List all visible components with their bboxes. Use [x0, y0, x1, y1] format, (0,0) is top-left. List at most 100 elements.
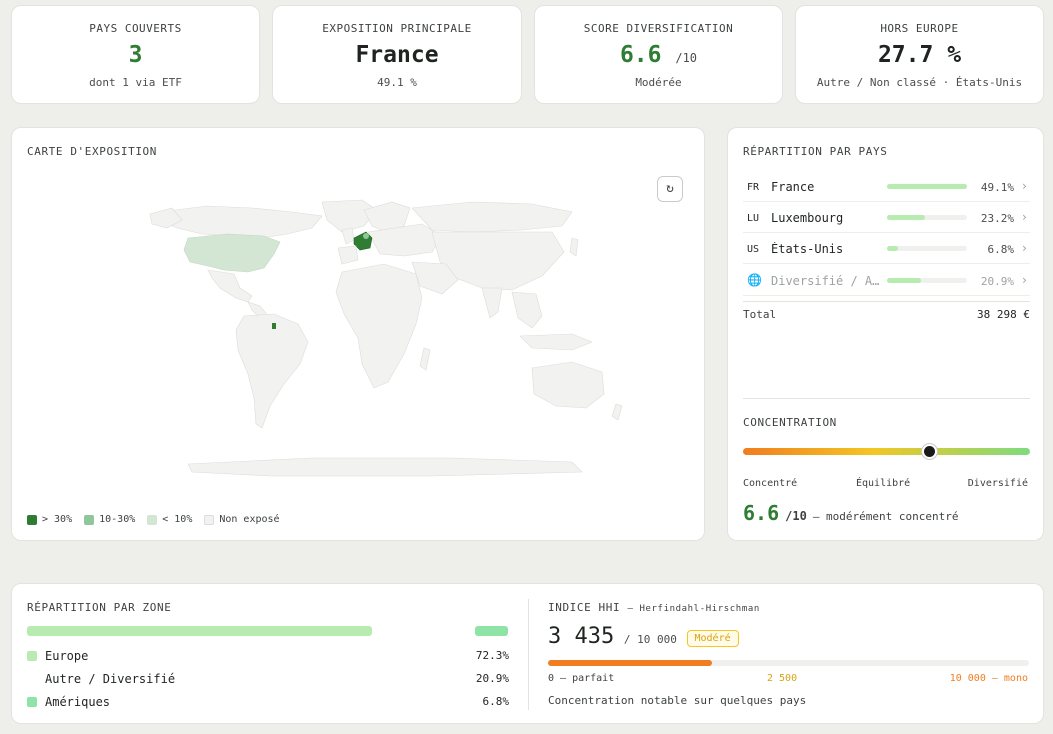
hhi-max: / 10 000 [623, 633, 677, 646]
map-country-russia [411, 201, 573, 233]
zone-bar-europe [27, 626, 372, 636]
legend-swatch [84, 514, 95, 525]
hhi-status-badge: Modéré [686, 630, 739, 647]
gauge-label-balanced: Équilibré [856, 478, 911, 489]
map-country-canada [159, 205, 323, 239]
zones-hhi-card: RÉPARTITION PAR ZONE Europe 72.3% Autre … [11, 583, 1044, 724]
legend-label: < 10% [162, 514, 193, 525]
map-territory-guiana [272, 323, 276, 329]
country-bar [887, 278, 967, 283]
map-country-new-zealand [611, 403, 623, 421]
zone-pct: 6.8% [482, 695, 510, 708]
world-map[interactable] [12, 128, 706, 542]
map-legend: > 30% 10-30% < 10% Non exposé [27, 514, 280, 525]
kpi-card-main-exposure: EXPOSITION PRINCIPALE France 49.1 % [272, 5, 522, 104]
zone-pct: 20.9% [475, 672, 509, 685]
map-country-mexico [207, 269, 253, 303]
hhi-title: INDICE HHI — Herfindahl-Hirschman [548, 601, 760, 614]
map-country-usa [183, 233, 281, 273]
map-country-uk [341, 227, 355, 245]
country-bar [887, 246, 967, 251]
zone-name: Europe [45, 649, 89, 663]
country-code: FR [747, 182, 760, 193]
legend-label: > 30% [42, 514, 73, 525]
total-divider [743, 301, 1030, 302]
legend-item: Non exposé [204, 514, 280, 525]
map-country-iberia [337, 245, 359, 265]
kpi-value: 27.7 % [877, 42, 962, 68]
hhi-subtitle: — Herfindahl-Hirschman [627, 604, 760, 614]
hhi-title-main: INDICE HHI [548, 601, 621, 614]
globe-icon: 🌐 [747, 273, 762, 287]
country-pct: 23.2% [980, 212, 1014, 225]
legend-swatch [27, 514, 37, 525]
country-pct: 6.8% [987, 243, 1015, 256]
concentration-title: CONCENTRATION [743, 416, 837, 429]
hhi-scale-mid: 2 500 [767, 673, 798, 684]
country-name: Diversifié / A… [771, 274, 880, 288]
concentration-score: 6.6 /10 — modérément concentré [743, 501, 959, 525]
country-row-diversified[interactable]: 🌐 Diversifié / A… 20.9% › [743, 265, 1030, 296]
country-row-france[interactable]: FR France 49.1% › [743, 171, 1030, 202]
country-bar-fill [887, 215, 925, 220]
zone-swatch [27, 651, 37, 661]
total-row: Total 38 298 € [743, 308, 1030, 321]
concentration-desc: — modérément concentré [812, 510, 959, 523]
map-country-madagascar [419, 347, 431, 371]
concentration-score-value: 6.6 [743, 501, 780, 525]
legend-label: 10-30% [99, 514, 136, 525]
kpi-label: PAYS COUVERTS [89, 22, 182, 35]
zones-title: RÉPARTITION PAR ZONE [27, 601, 172, 614]
legend-item: > 30% [27, 514, 72, 525]
gauge-label-concentrated: Concentré [743, 478, 798, 489]
country-pct: 49.1% [980, 181, 1014, 194]
kpi-denom: /10 [675, 51, 698, 65]
country-name: Luxembourg [771, 211, 844, 225]
hhi-value-row: 3 435 / 10 000 Modéré [548, 624, 739, 649]
kpi-label: EXPOSITION PRINCIPALE [322, 22, 472, 35]
country-code: LU [747, 213, 760, 224]
chevron-right-icon: › [1020, 179, 1028, 193]
hhi-bar-fill [548, 660, 712, 666]
kpi-label: HORS EUROPE [880, 22, 959, 35]
kpi-value: 3 [128, 42, 143, 68]
chevron-right-icon: › [1020, 273, 1028, 287]
hhi-scale-left: 0 — parfait [548, 673, 615, 684]
country-pct: 20.9% [980, 275, 1014, 288]
country-bar [887, 215, 967, 220]
total-value: 38 298 € [977, 308, 1030, 321]
map-country-antarctica [187, 457, 583, 477]
concentration-score-denom: /10 [785, 509, 807, 523]
legend-swatch [204, 514, 215, 525]
country-breakdown-card: RÉPARTITION PAR PAYS FR France 49.1% › L… [727, 127, 1044, 541]
map-country-south-america [235, 313, 309, 429]
concentration-gauge [743, 448, 1030, 455]
hhi-value: 3 435 [548, 624, 615, 649]
kpi-sub: Autre / Non classé · États-Unis [816, 76, 1023, 89]
legend-label: Non exposé [219, 514, 280, 525]
concentration-divider [743, 398, 1030, 399]
country-breakdown-title: RÉPARTITION PAR PAYS [743, 145, 888, 158]
country-code: US [747, 244, 760, 255]
kpi-sub: dont 1 via ETF [89, 76, 182, 89]
exposure-map-card: CARTE D'EXPOSITION ↻ > 30% 10-30% < 10% … [11, 127, 705, 541]
country-name: États-Unis [771, 242, 844, 256]
country-row-luxembourg[interactable]: LU Luxembourg 23.2% › [743, 202, 1030, 233]
kpi-label: SCORE DIVERSIFICATION [583, 22, 734, 35]
legend-item: 10-30% [84, 514, 135, 525]
country-bar-fill [887, 278, 921, 283]
hhi-note: Concentration notable sur quelques pays [548, 694, 807, 707]
zone-swatch [27, 697, 37, 707]
gauge-label-diversified: Diversifié [967, 478, 1028, 489]
map-country-luxembourg [363, 233, 369, 239]
kpi-value: France [355, 42, 439, 68]
country-bar-fill [887, 184, 967, 189]
country-bar-fill [887, 246, 899, 251]
concentration-marker [922, 444, 937, 459]
kpi-value: 6.6 /10 [619, 42, 698, 68]
country-name: France [771, 180, 815, 194]
kpi-card-outside-europe: HORS EUROPE 27.7 % Autre / Non classé · … [795, 5, 1044, 104]
chevron-right-icon: › [1020, 210, 1028, 224]
hhi-bar [548, 660, 1029, 666]
country-row-united-states[interactable]: US États-Unis 6.8% › [743, 233, 1030, 264]
